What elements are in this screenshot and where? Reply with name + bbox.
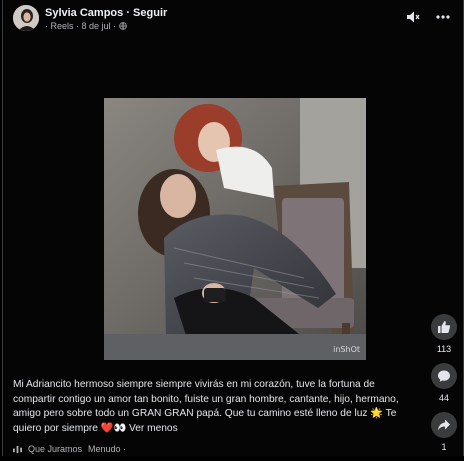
- thumbs-up-icon: [438, 321, 451, 333]
- post-caption: Mi Adriancito hermoso siempre siempre vi…: [13, 378, 408, 436]
- author-line: Sylvia Campos · Seguir: [45, 7, 167, 19]
- reel-video[interactable]: inShOt: [104, 98, 366, 360]
- more-dots-icon: [436, 15, 450, 19]
- inshot-watermark: inShOt: [333, 345, 360, 354]
- mute-button[interactable]: [405, 9, 421, 25]
- more-options-button[interactable]: [435, 9, 451, 25]
- music-artist: Menudo ·: [88, 444, 127, 454]
- avatar-image: [13, 5, 39, 31]
- share-arrow-icon: [438, 419, 450, 431]
- like-button[interactable]: [431, 314, 457, 340]
- reel-frame: Sylvia Campos · Seguir · Reels · 8 de ju…: [2, 0, 464, 456]
- avatar[interactable]: [13, 5, 39, 31]
- audio-bars-icon: [13, 445, 22, 453]
- author-name[interactable]: Sylvia Campos: [45, 7, 123, 19]
- speaker-muted-icon: [407, 11, 420, 23]
- post-meta: · Reels · 8 de jul ·: [45, 21, 127, 31]
- reel-actions: 113 44 1: [427, 314, 461, 461]
- header-actions: [405, 9, 451, 25]
- like-count: 113: [436, 344, 452, 354]
- comment-icon: [438, 370, 450, 382]
- post-date[interactable]: · Reels · 8 de jul ·: [45, 21, 116, 31]
- follow-button[interactable]: Seguir: [133, 7, 167, 19]
- music-info[interactable]: Que Juramos Menudo ·: [13, 442, 173, 456]
- photo-image: [104, 98, 366, 360]
- caption-text: Mi Adriancito hermoso siempre siempre vi…: [13, 379, 399, 434]
- header-separator: ·: [123, 7, 134, 19]
- share-count: 1: [441, 442, 447, 452]
- see-less-link[interactable]: Ver menos: [129, 423, 178, 434]
- comment-button[interactable]: [431, 363, 457, 389]
- comment-count: 44: [438, 393, 449, 403]
- share-button[interactable]: [431, 412, 457, 438]
- globe-icon: [119, 22, 127, 30]
- post-header: Sylvia Campos · Seguir · Reels · 8 de ju…: [11, 5, 451, 33]
- music-track-title: Que Juramos: [28, 444, 83, 454]
